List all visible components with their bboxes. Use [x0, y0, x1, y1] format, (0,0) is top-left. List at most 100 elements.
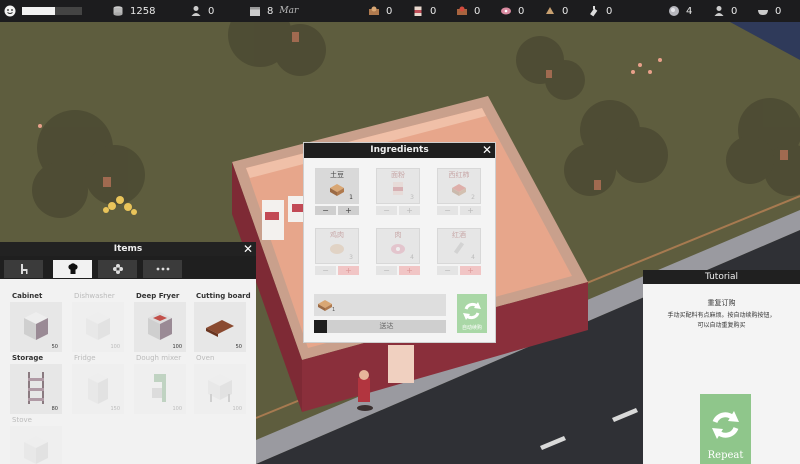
cart-item-count: 1	[332, 307, 336, 313]
decrease-button[interactable]: −	[437, 266, 458, 275]
stove-icon	[24, 436, 48, 464]
decrease-button[interactable]: −	[315, 206, 336, 215]
repeat-button[interactable]: Repeat	[700, 394, 751, 464]
ingredients-close-button[interactable]: ✕	[482, 143, 492, 158]
wine-bottle-icon	[590, 6, 598, 17]
energy-bar	[22, 7, 82, 15]
item-card[interactable]: 100	[134, 302, 186, 352]
potato-stock: 0	[368, 0, 392, 22]
storage-shelf-icon	[28, 372, 44, 404]
item-card[interactable]: 100	[134, 364, 186, 414]
increase-button[interactable]: +	[460, 266, 481, 275]
refresh-icon	[463, 302, 481, 320]
coin-stack-icon	[113, 6, 123, 16]
tutorial-line-1: 手动买配料有点麻烦。按自动续购按钮，	[667, 312, 776, 319]
item-name: Cabinet	[12, 292, 43, 300]
item-card[interactable]: 50	[194, 302, 246, 352]
reputation-counter: 0	[190, 0, 214, 22]
ingredient-tomato: 西红柿 2 − +	[437, 168, 481, 215]
deliver-button[interactable]: 送达	[314, 320, 446, 333]
increase-button[interactable]: +	[338, 206, 359, 215]
ingredient-card[interactable]: 土豆 1	[315, 168, 359, 204]
decrease-button[interactable]: −	[376, 206, 397, 215]
increase-button[interactable]: +	[399, 266, 420, 275]
money-counter: 1258	[112, 0, 155, 22]
item-dishwasher[interactable]: Dishwasher 100	[72, 292, 124, 352]
tomato-count: 0	[474, 5, 481, 17]
tutorial-panel: Tutorial 重复订购 手动买配料有点麻烦。按自动续购按钮， 可以自动重复购…	[643, 270, 800, 464]
gem-counter: 4	[668, 0, 692, 22]
item-deep-fryer[interactable]: Deep Fryer 100	[134, 292, 186, 352]
meat-count: 0	[518, 5, 525, 17]
increase-button[interactable]: +	[460, 206, 481, 215]
item-name: Deep Fryer	[136, 292, 180, 300]
gem-icon	[669, 6, 679, 16]
item-name: Storage	[12, 354, 44, 362]
item-name: Fridge	[74, 354, 96, 362]
ingredients-title-bar: Ingredients ✕	[304, 143, 495, 158]
ingredient-count: 4	[471, 254, 475, 261]
decrease-button[interactable]: −	[437, 206, 458, 215]
items-title: Items	[113, 244, 143, 254]
tab-decor[interactable]	[98, 260, 137, 278]
item-fridge[interactable]: Fridge 150	[72, 354, 124, 414]
chair-icon	[20, 264, 27, 274]
tutorial-text: 手动买配料有点麻烦。按自动续购按钮， 可以自动重复购买	[653, 311, 790, 331]
ingredients-window: Ingredients ✕ 土豆 1 − + 面粉 3 − + 西红柿 2 − …	[303, 142, 496, 343]
increase-button[interactable]: +	[399, 206, 420, 215]
item-card[interactable]: 100	[10, 426, 62, 464]
item-card[interactable]: 100	[194, 364, 246, 414]
wine-count: 0	[606, 5, 613, 17]
decrease-button[interactable]: −	[376, 266, 397, 275]
tab-more[interactable]	[143, 260, 182, 278]
top-hud: 1258 0 8 Mar 0 0 0 0 0 0 4 0 0	[0, 0, 800, 22]
item-card[interactable]: 80	[10, 364, 62, 414]
ingredient-card[interactable]: 面粉 3	[376, 168, 420, 204]
potato-crate-icon	[330, 184, 344, 196]
item-dough-mixer[interactable]: Dough mixer 100	[134, 354, 186, 414]
wine-bottle-icon	[453, 241, 465, 255]
item-name: Stove	[12, 416, 32, 424]
tab-kitchen[interactable]	[53, 260, 92, 278]
chicken-stock: 0	[544, 0, 568, 22]
potato-crate-icon	[369, 6, 379, 15]
flour-count: 0	[430, 5, 437, 17]
customer-value: 0	[731, 5, 738, 17]
increase-button[interactable]: +	[338, 266, 359, 275]
potato-count: 0	[386, 5, 393, 17]
chef-hat-icon	[67, 263, 78, 274]
chicken-count: 0	[562, 5, 569, 17]
smiley-icon	[4, 5, 16, 17]
tab-furniture[interactable]	[4, 260, 43, 278]
tutorial-line-2: 可以自动重复购买	[697, 322, 746, 329]
tutorial-title: Tutorial	[704, 272, 739, 282]
item-cabinet[interactable]: Cabinet 50	[10, 292, 62, 352]
ingredient-flour: 面粉 3 − +	[376, 168, 420, 215]
dish-counter: 0	[757, 0, 781, 22]
decrease-button[interactable]: −	[315, 266, 336, 275]
ingredient-card[interactable]: 西红柿 2	[437, 168, 481, 204]
dishwasher-icon	[86, 312, 110, 340]
refresh-icon	[712, 411, 739, 439]
tutorial-heading: 重复订购	[707, 299, 736, 307]
item-card[interactable]: 50	[10, 302, 62, 352]
chicken-icon	[546, 7, 554, 14]
item-card[interactable]: 100	[72, 302, 124, 352]
ingredient-card[interactable]: 红酒 4	[437, 228, 481, 264]
item-name: Oven	[196, 354, 215, 362]
ingredient-card[interactable]: 肉 4	[376, 228, 420, 264]
item-oven[interactable]: Oven 100	[194, 354, 246, 414]
cutting-board-icon	[206, 320, 234, 337]
items-close-button[interactable]: ✕	[243, 242, 253, 257]
ingredient-card[interactable]: 鸡肉 3	[315, 228, 359, 264]
cabinet-icon	[24, 312, 48, 340]
potato-crate-icon	[318, 300, 332, 311]
item-cutting-board[interactable]: Cutting board 50	[194, 292, 251, 352]
auto-reorder-label: 自动续购	[461, 325, 482, 331]
auto-reorder-button[interactable]: 自动续购	[457, 294, 487, 333]
item-card[interactable]: 150	[72, 364, 124, 414]
item-stove[interactable]: Stove 100	[10, 416, 62, 464]
ingredient-count: 2	[471, 194, 475, 201]
tomato-crate-icon	[457, 6, 467, 15]
item-storage[interactable]: Storage 80	[10, 354, 62, 414]
